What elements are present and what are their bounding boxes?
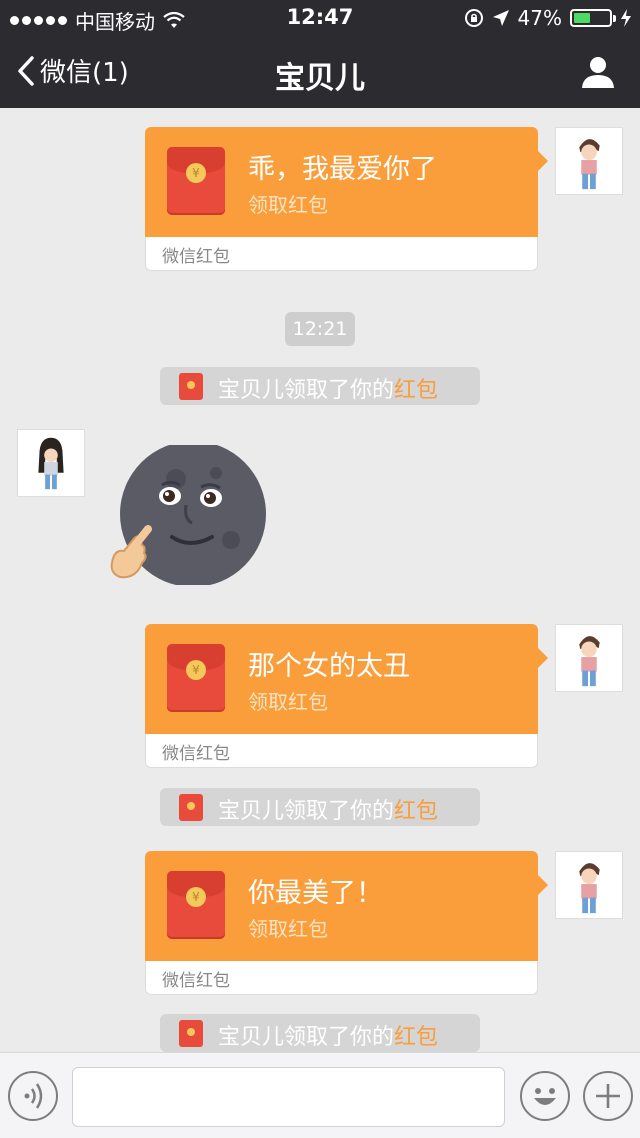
mini-envelope-icon (179, 1020, 203, 1047)
battery-fill (574, 13, 590, 23)
boy-avatar-icon (579, 139, 600, 190)
plus-button[interactable] (583, 1071, 633, 1121)
system-notice-1: 宝贝儿领取了你的红包 (160, 367, 480, 405)
mini-envelope-icon (179, 794, 203, 821)
hongbao-footer: 微信红包 (162, 247, 230, 267)
voice-button[interactable] (8, 1071, 58, 1121)
rotation-lock-icon (464, 9, 483, 27)
contact-avatar[interactable] (17, 429, 85, 497)
notice-text: 宝贝儿领取了你的 (218, 799, 395, 824)
notice-text: 宝贝儿领取了你的 (218, 378, 395, 403)
boy-avatar-icon (579, 863, 600, 914)
my-avatar[interactable] (555, 624, 623, 692)
person-icon[interactable] (580, 54, 616, 90)
top-bar: 中国移动 12:47 47% 微信(1) 宝贝儿 (0, 0, 640, 108)
hongbao-message-1[interactable]: ¥ 乖，我最爱你了 领取红包 微信红包 (145, 127, 548, 271)
hongbao-text: 那个女的太丑 (248, 651, 410, 682)
plus-icon (596, 1084, 620, 1108)
notice-link[interactable]: 红包 (394, 378, 438, 403)
hongbao-sub: 领取红包 (248, 690, 328, 714)
my-avatar[interactable] (555, 851, 623, 919)
mini-envelope-icon (179, 373, 203, 400)
notice-link[interactable]: 红包 (394, 799, 438, 824)
timestamp-chip: 12:21 (285, 312, 355, 346)
boy-avatar-icon (579, 636, 600, 687)
battery-icon (570, 9, 616, 27)
red-envelope-icon: ¥ (167, 147, 225, 215)
red-envelope-icon: ¥ (167, 644, 225, 712)
battery-percent: 47% (517, 6, 562, 30)
hongbao-footer: 微信红包 (162, 744, 230, 764)
message-input[interactable] (72, 1067, 505, 1127)
system-notice-2: 宝贝儿领取了你的红包 (160, 788, 480, 826)
hongbao-message-2[interactable]: ¥ 那个女的太丑 领取红包 微信红包 (145, 624, 548, 768)
emoji-icon (534, 1088, 556, 1105)
hongbao-sub: 领取红包 (248, 193, 328, 217)
hongbao-message-3[interactable]: ¥ 你最美了！ 领取红包 微信红包 (145, 851, 548, 995)
my-avatar[interactable] (555, 127, 623, 195)
input-bar (0, 1052, 640, 1138)
system-notice-3: 宝贝儿领取了你的红包 (160, 1014, 480, 1052)
voice-icon (24, 1083, 43, 1109)
hongbao-text: 你最美了！ (248, 878, 383, 909)
chat-title: 宝贝儿 (275, 61, 365, 96)
moon-face-emoji-icon[interactable] (106, 445, 272, 585)
emoji-button[interactable] (520, 1071, 570, 1121)
hongbao-sub: 领取红包 (248, 917, 328, 941)
red-envelope-icon: ¥ (167, 871, 225, 939)
status-bar: 中国移动 12:47 47% (0, 0, 640, 36)
hongbao-footer: 微信红包 (162, 971, 230, 991)
nav-bar: 微信(1) 宝贝儿 (0, 36, 640, 108)
girl-avatar-icon (38, 437, 64, 490)
notice-link[interactable]: 红包 (394, 1025, 438, 1050)
notice-text: 宝贝儿领取了你的 (218, 1025, 395, 1050)
charging-bolt-icon (621, 9, 631, 27)
location-arrow-icon (492, 10, 509, 26)
hongbao-text: 乖，我最爱你了 (248, 154, 437, 185)
